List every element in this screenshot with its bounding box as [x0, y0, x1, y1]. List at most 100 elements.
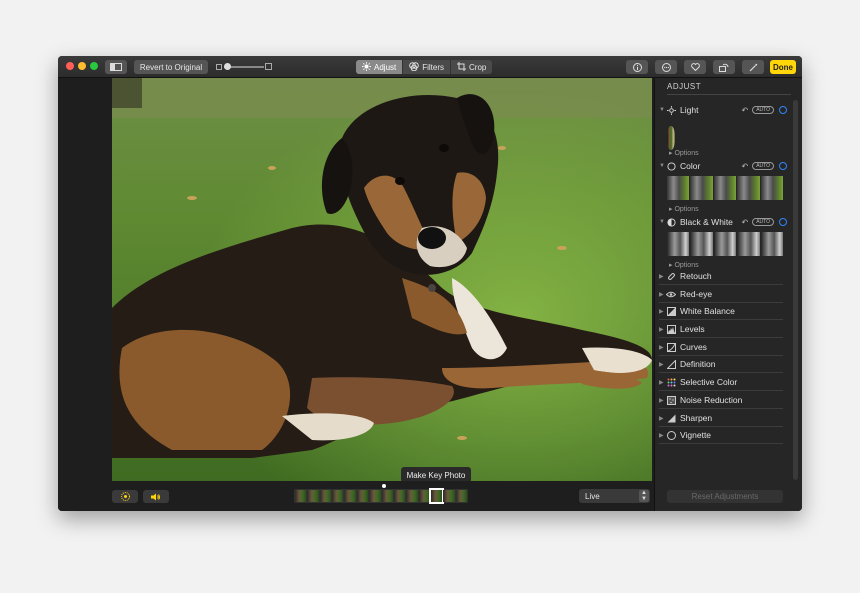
sidebar-toggle-icon	[110, 63, 122, 71]
disclosure-triangle-icon[interactable]: ▶	[659, 397, 666, 404]
zoom-window-button[interactable]	[90, 62, 98, 70]
bw-thumbnail[interactable]	[760, 232, 784, 256]
bw-thumbnail[interactable]	[690, 232, 713, 256]
auto-button[interactable]: AUTO	[752, 162, 774, 170]
adjust-item-retouch[interactable]: ▶ Retouch	[659, 268, 783, 285]
undo-icon[interactable]: ↶	[741, 218, 748, 227]
heart-icon	[690, 63, 700, 71]
disclosure-triangle-icon[interactable]: ▼	[659, 107, 666, 113]
done-button[interactable]: Done	[770, 60, 796, 74]
filmstrip-frame[interactable]	[307, 490, 319, 502]
photos-edit-window: Revert to Original Adjust Filters Crop D…	[58, 56, 802, 511]
adjust-item-sharpen[interactable]: ▶ Sharpen	[659, 410, 783, 427]
revert-to-original-button[interactable]: Revert to Original	[134, 60, 208, 74]
enhance-button[interactable]	[742, 60, 764, 74]
disclosure-triangle-icon[interactable]: ▶	[659, 379, 666, 386]
color-thumbnail[interactable]	[713, 176, 737, 200]
zoom-slider-knob[interactable]	[224, 63, 231, 70]
filmstrip-frame[interactable]	[418, 490, 430, 502]
adjust-item-vignette[interactable]: ▶ Vignette	[659, 427, 783, 444]
bandage-icon	[666, 272, 676, 281]
section-color[interactable]: ▼ Color ↶ AUTO	[659, 159, 787, 173]
color-thumbnail[interactable]	[760, 176, 784, 200]
minimize-window-button[interactable]	[78, 62, 86, 70]
mute-toggle[interactable]	[143, 490, 169, 503]
light-thumbnail[interactable]	[667, 126, 675, 150]
disclosure-triangle-icon[interactable]: ▶	[659, 326, 666, 333]
crop-icon	[457, 61, 467, 73]
live-photo-toggle[interactable]	[112, 490, 138, 503]
color-thumbnail-strip[interactable]	[667, 176, 784, 200]
tab-filters[interactable]: Filters	[403, 60, 452, 74]
filmstrip-frame[interactable]	[319, 490, 332, 502]
section-toggle[interactable]	[779, 162, 787, 170]
adjust-item-levels[interactable]: ▶ Levels	[659, 321, 783, 338]
close-window-button[interactable]	[66, 62, 74, 70]
sun-icon	[666, 105, 676, 115]
filmstrip-frame[interactable]	[443, 490, 455, 502]
color-thumbnail[interactable]	[667, 176, 690, 200]
filmstrip-frame[interactable]	[406, 490, 418, 502]
color-thumbnail[interactable]	[690, 176, 713, 200]
section-toggle[interactable]	[779, 218, 787, 226]
photo-canvas[interactable]	[112, 78, 652, 481]
disclosure-triangle-icon[interactable]: ▶	[659, 308, 666, 315]
filmstrip-frame[interactable]	[369, 490, 381, 502]
adjust-item-noise-reduction[interactable]: ▶ Noise Reduction	[659, 392, 783, 409]
live-mode-select[interactable]: Live ▲ ▼	[579, 489, 650, 503]
favorite-button[interactable]	[684, 60, 706, 74]
curves-icon	[666, 342, 676, 352]
reset-adjustments-button[interactable]: Reset Adjustments	[667, 490, 783, 503]
light-thumbnail-strip[interactable]	[667, 120, 783, 150]
disclosure-triangle-icon[interactable]: ▶	[659, 344, 666, 351]
disclosure-triangle-icon[interactable]: ▶	[659, 432, 666, 439]
bw-thumbnail-strip[interactable]	[667, 232, 784, 256]
adjust-item-label: Noise Reduction	[680, 395, 743, 405]
filmstrip-frame[interactable]	[381, 490, 393, 502]
info-button[interactable]	[626, 60, 648, 74]
more-button[interactable]	[655, 60, 677, 74]
tab-adjust[interactable]: Adjust	[356, 60, 404, 74]
adjust-item-selective-color[interactable]: ▶ Selective Color	[659, 374, 783, 391]
undo-icon[interactable]: ↶	[741, 162, 748, 171]
filmstrip-frame[interactable]	[393, 490, 406, 502]
filmstrip-frame[interactable]	[332, 490, 344, 502]
color-options[interactable]: ▸ Options	[669, 205, 699, 213]
section-light[interactable]: ▼ Light ↶ AUTO	[659, 103, 787, 117]
zoom-out-icon	[216, 64, 222, 70]
bw-thumbnail[interactable]	[713, 232, 737, 256]
bw-thumbnail[interactable]	[667, 232, 690, 256]
undo-icon[interactable]: ↶	[741, 106, 748, 115]
bw-thumbnail[interactable]	[737, 232, 760, 256]
filmstrip-key-frame[interactable]	[428, 488, 445, 504]
rotate-button[interactable]	[713, 60, 735, 74]
section-toggle[interactable]	[779, 106, 787, 114]
filmstrip-frame[interactable]	[344, 490, 356, 502]
adjust-item-red-eye[interactable]: ▶ Red-eye	[659, 286, 783, 303]
disclosure-triangle-icon[interactable]: ▼	[659, 219, 666, 225]
disclosure-triangle-icon[interactable]: ▶	[659, 273, 666, 280]
sidebar-toggle-button[interactable]	[105, 60, 127, 74]
disclosure-triangle-icon[interactable]: ▶	[659, 415, 666, 422]
light-options[interactable]: ▸ Options	[669, 149, 699, 157]
tab-crop[interactable]: Crop	[451, 60, 492, 74]
disclosure-triangle-icon[interactable]: ▼	[659, 163, 666, 169]
live-photo-filmstrip[interactable]	[294, 488, 468, 504]
adjust-title: ADJUST	[667, 82, 702, 91]
tab-filters-label: Filters	[422, 62, 445, 72]
auto-button[interactable]: AUTO	[752, 218, 774, 226]
filmstrip-frame[interactable]	[356, 490, 369, 502]
adjust-item-curves[interactable]: ▶ Curves	[659, 339, 783, 356]
disclosure-triangle-icon[interactable]: ▶	[659, 291, 666, 298]
tab-crop-label: Crop	[469, 62, 487, 72]
filmstrip-frame[interactable]	[455, 490, 468, 502]
sidebar-scrollbar[interactable]	[793, 100, 798, 480]
section-black-white[interactable]: ▼ Black & White ↶ AUTO	[659, 215, 787, 229]
adjust-item-white-balance[interactable]: ▶ White Balance	[659, 303, 783, 320]
adjust-item-definition[interactable]: ▶ Definition	[659, 356, 783, 373]
adjust-item-label: Curves	[680, 342, 707, 352]
filmstrip-frame[interactable]	[295, 490, 307, 502]
auto-button[interactable]: AUTO	[752, 106, 774, 114]
disclosure-triangle-icon[interactable]: ▶	[659, 361, 666, 368]
color-thumbnail[interactable]	[737, 176, 760, 200]
